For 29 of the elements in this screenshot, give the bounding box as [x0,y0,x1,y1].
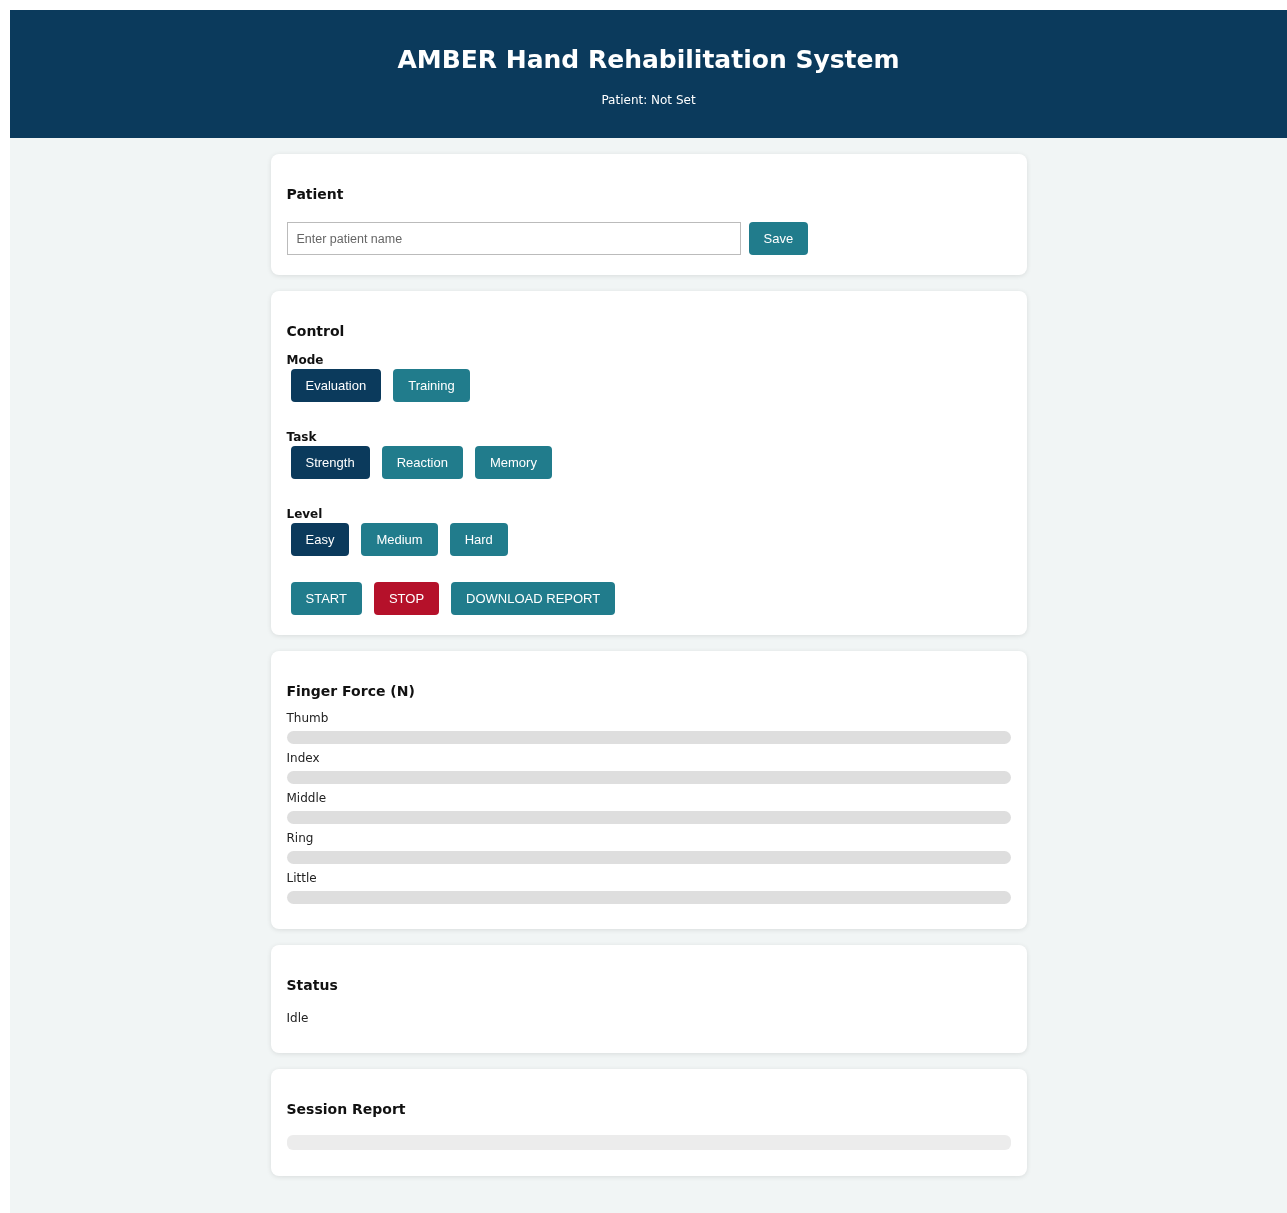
group-label: Task [286,429,318,446]
group-label: Level [286,506,324,523]
card-title: Patient [286,185,345,204]
app-title: AMBER Hand Rehabilitation System [396,44,901,76]
finger-label: Little [286,870,318,887]
patient-subtitle: Patient: Not Set [600,93,697,107]
option-button[interactable]: Reaction [381,446,463,479]
finger-label: Ring [286,830,315,847]
finger-label: Middle [286,790,328,807]
option-button[interactable]: Hard [449,523,508,556]
stop-button[interactable]: STOP [373,582,440,615]
action-button[interactable]: DOWNLOAD REPORT [451,582,616,615]
card-title: Finger Force (N) [286,682,416,701]
option-button[interactable]: Medium [361,523,438,556]
card-title: Control [286,322,346,341]
option-button[interactable]: Evaluation [290,369,382,402]
finger-label: Thumb [286,710,330,727]
group-label: Mode [286,352,325,369]
action-button[interactable]: START [290,582,362,615]
status-text: Idle [286,1010,310,1027]
card-title: Session Report [286,1100,407,1119]
option-button[interactable]: Memory [474,446,552,479]
option-button[interactable]: Strength [290,446,370,479]
option-button[interactable]: Easy [290,523,350,556]
save-button[interactable]: Save [748,222,809,255]
patient-name-field[interactable]: Enter patient name [286,222,741,255]
finger-label: Index [286,750,321,767]
option-button[interactable]: Training [393,369,470,402]
card-title: Status [286,976,339,995]
